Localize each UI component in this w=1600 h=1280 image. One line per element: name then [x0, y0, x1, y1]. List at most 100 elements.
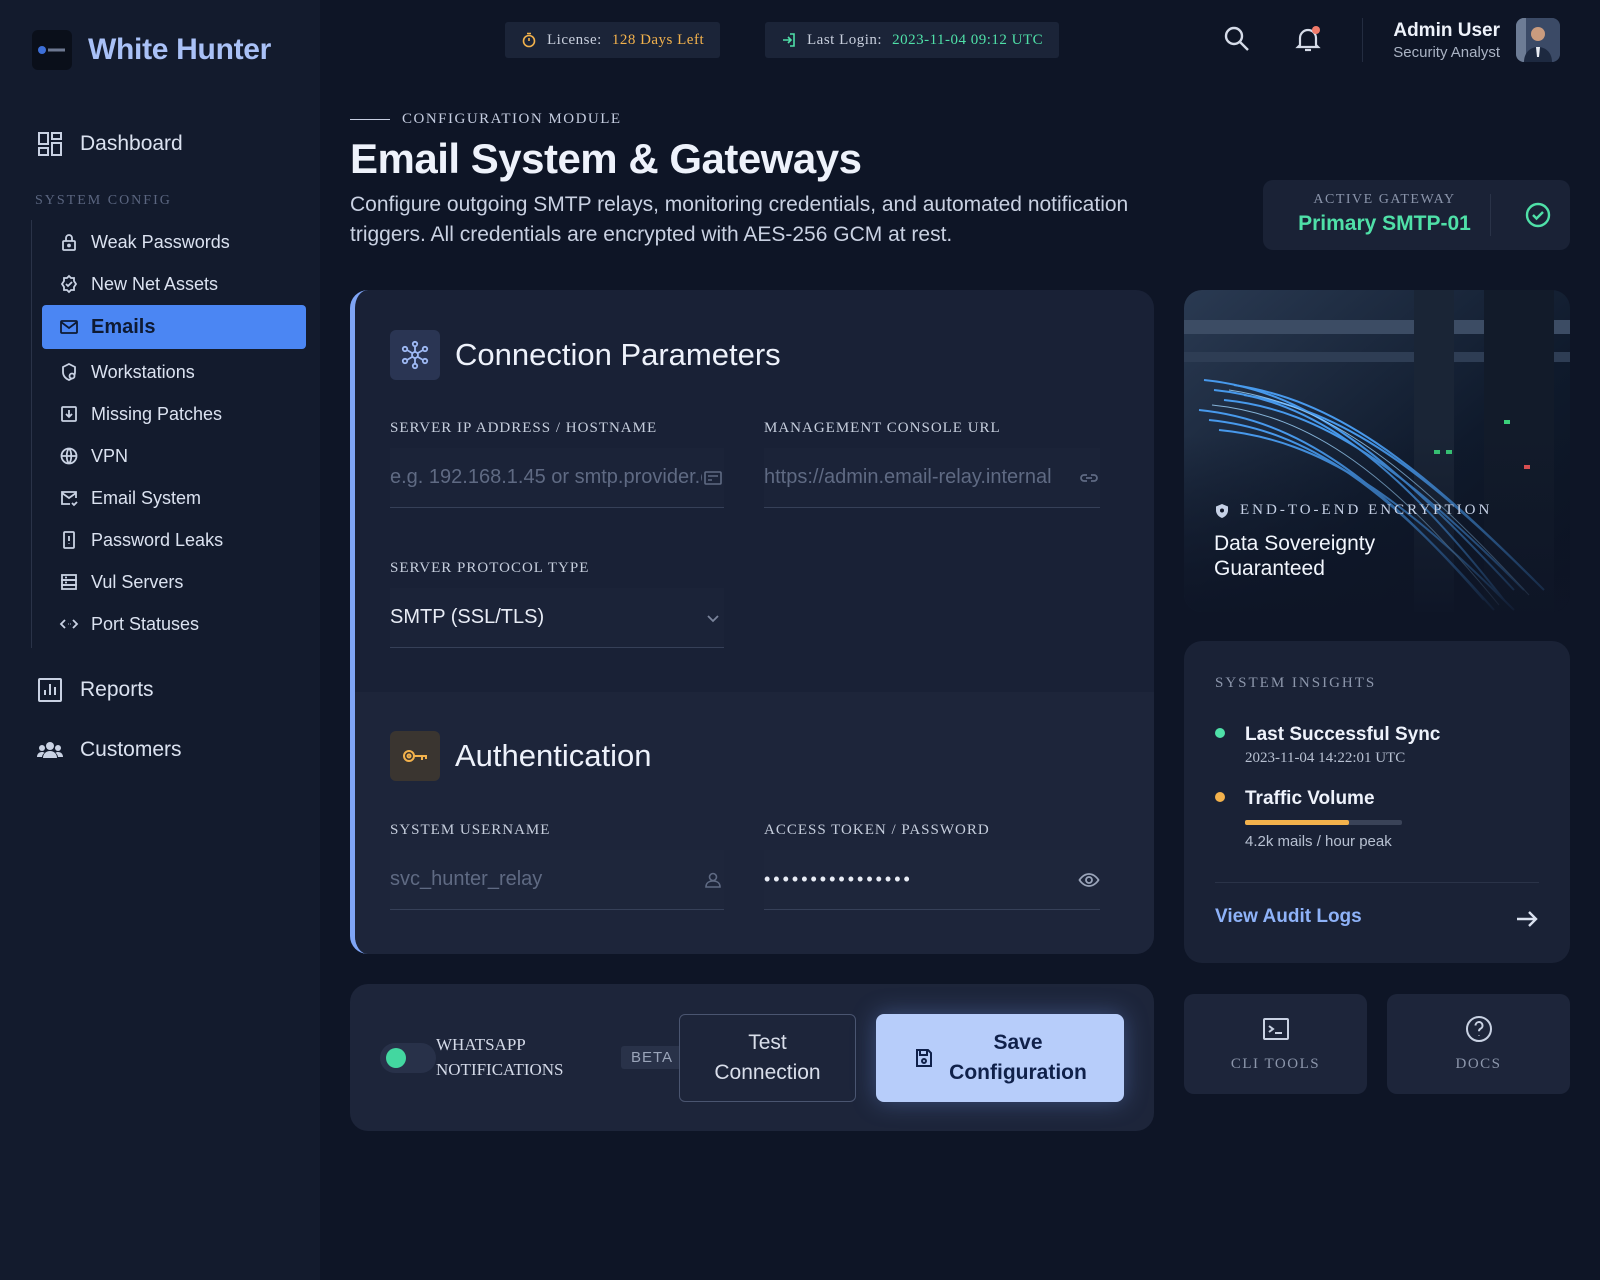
avatar[interactable] — [1516, 18, 1560, 62]
page-eyebrow-text: CONFIGURATION MODULE — [402, 111, 622, 127]
nav-dashboard-label: Dashboard — [80, 132, 183, 155]
customers-icon — [37, 742, 63, 758]
server-field-icon — [704, 470, 722, 485]
dashboard-icon — [38, 132, 62, 156]
console-url-placeholder: https://admin.email-relay.internal — [764, 466, 1052, 488]
server-input[interactable]: e.g. 192.168.1.45 or smtp.provider.com — [390, 448, 724, 508]
sidebar-item-port-statuses[interactable]: Port Statuses — [42, 602, 306, 646]
nav-customers[interactable]: Customers — [0, 736, 320, 764]
nav-reports[interactable]: Reports — [0, 676, 320, 704]
sidebar-item-password-leaks[interactable]: Password Leaks — [42, 518, 306, 562]
console-label: MANAGEMENT CONSOLE URL — [764, 420, 1001, 436]
sidebar-item-vpn[interactable]: VPN — [42, 434, 306, 478]
lock-icon — [62, 234, 76, 251]
sidebar-item-email-system[interactable]: Email System — [42, 476, 306, 520]
license-label: License: — [547, 31, 602, 48]
sidebar-item-label: Vul Servers — [91, 571, 184, 592]
save-line1: Save — [993, 1031, 1043, 1054]
sidebar-item-new-net-assets[interactable]: New Net Assets — [42, 262, 306, 306]
nav-customers-label: Customers — [80, 738, 182, 761]
sidebar: White Hunter Dashboard SYSTEM CONFIG Wea… — [0, 0, 320, 1280]
sidebar-item-label: Workstations — [91, 361, 195, 382]
protocol-value: SMTP (SSL/TLS) — [390, 606, 545, 628]
sidebar-item-label: New Net Assets — [91, 273, 219, 294]
search-icon[interactable] — [1222, 24, 1252, 54]
sidebar-item-weak-passwords[interactable]: Weak Passwords — [42, 220, 306, 264]
protocol-label: SERVER PROTOCOL TYPE — [390, 560, 590, 576]
connection-title: Connection Parameters — [455, 337, 781, 372]
insights-label: SYSTEM INSIGHTS — [1215, 675, 1377, 691]
page-description: Configure outgoing SMTP relays, monitori… — [350, 193, 1129, 246]
sync-title: Last Successful Sync — [1245, 724, 1441, 745]
username-label: SYSTEM USERNAME — [390, 822, 551, 838]
username-input[interactable]: svc_hunter_relay — [390, 850, 724, 910]
user-name[interactable]: Admin User — [1393, 20, 1500, 42]
active-gateway-card: ACTIVE GATEWAY Primary SMTP-01 — [1263, 180, 1570, 250]
traffic-bar — [1245, 820, 1402, 825]
sidebar-item-missing-patches[interactable]: Missing Patches — [42, 392, 306, 436]
traffic-status-dot — [1215, 792, 1225, 802]
nav-reports-label: Reports — [80, 678, 154, 701]
gateway-label: ACTIVE GATEWAY — [1313, 192, 1456, 207]
encryption-hero: END-TO-END ENCRYPTION Data Sovereignty G… — [1184, 290, 1570, 612]
gateway-value: Primary SMTP-01 — [1298, 212, 1471, 235]
protocol-select[interactable]: SMTP (SSL/TLS) — [390, 588, 724, 648]
system-insights-card: SYSTEM INSIGHTS Last Successful Sync 202… — [1184, 641, 1570, 963]
chevron-down-icon — [707, 614, 719, 622]
docs-label: DOCS — [1455, 1056, 1502, 1072]
sidebar-item-workstations[interactable]: Workstations — [42, 350, 306, 394]
nav-dashboard[interactable]: Dashboard — [0, 130, 320, 158]
sidebar-item-label: Emails — [91, 315, 156, 338]
cli-tools-button[interactable]: CLI TOOLS — [1184, 994, 1367, 1094]
save-line2: Configuration — [949, 1061, 1087, 1084]
sub-nav: Weak Passwords New Net Assets Emails Wor… — [31, 220, 306, 648]
server-input-placeholder: e.g. 192.168.1.45 or smtp.provider.com — [390, 466, 702, 488]
page-title: Email System & Gateways — [350, 135, 862, 182]
server-icon — [61, 574, 77, 590]
network-icon — [390, 330, 440, 380]
license-pill: License: 128 Days Left — [505, 22, 721, 58]
docs-button[interactable]: DOCS — [1387, 994, 1570, 1094]
timer-icon — [522, 32, 536, 48]
toggle-knob — [386, 1048, 406, 1068]
license-value: 128 Days Left — [611, 31, 705, 48]
sidebar-item-label: Port Statuses — [91, 613, 200, 634]
hero-eyebrow-text: END-TO-END ENCRYPTION — [1240, 502, 1493, 518]
arrow-right-icon[interactable] — [1514, 907, 1540, 931]
username-placeholder: svc_hunter_relay — [390, 868, 543, 890]
brand-logo — [32, 30, 72, 70]
user-icon — [705, 872, 721, 888]
view-audit-logs-link[interactable]: View Audit Logs — [1215, 906, 1362, 928]
brand[interactable]: White Hunter — [32, 30, 271, 70]
help-circle-icon — [1466, 1016, 1492, 1042]
config-card: Connection Parameters SERVER IP ADDRESS … — [350, 290, 1154, 954]
test-connection-button[interactable]: Test Connection — [679, 1014, 856, 1102]
traffic-value: 4.2k mails / hour peak — [1245, 833, 1392, 850]
reports-icon — [38, 678, 62, 702]
server-label: SERVER IP ADDRESS / HOSTNAME — [390, 420, 658, 436]
eye-icon[interactable] — [1078, 869, 1100, 891]
terminal-icon — [1263, 1018, 1289, 1040]
auth-header: Authentication — [390, 731, 651, 781]
whatsapp-label: WHATSAPP NOTIFICATIONS — [436, 1035, 564, 1079]
auth-title: Authentication — [455, 738, 652, 773]
last-login-label: Last Login: — [807, 31, 883, 48]
traffic-title: Traffic Volume — [1245, 788, 1375, 809]
sidebar-item-vul-servers[interactable]: Vul Servers — [42, 560, 306, 604]
bell-icon[interactable] — [1293, 24, 1323, 54]
connection-header: Connection Parameters — [390, 330, 781, 380]
console-url-input[interactable]: https://admin.email-relay.internal — [764, 448, 1100, 508]
sync-value: 2023-11-04 14:22:01 UTC — [1245, 750, 1406, 766]
sidebar-item-label: VPN — [91, 445, 129, 466]
link-icon — [1080, 473, 1098, 482]
header-divider — [1362, 18, 1363, 62]
shield-lock-icon — [62, 362, 76, 381]
test-line2: Connection — [714, 1061, 821, 1084]
password-input[interactable]: •••••••••••••••• — [764, 850, 1100, 910]
action-bar: WHATSAPP NOTIFICATIONS BETA Test Connecti… — [350, 984, 1154, 1131]
save-configuration-button[interactable]: Save Configuration — [876, 1014, 1124, 1102]
sidebar-item-label: Weak Passwords — [91, 231, 230, 252]
last-login-value: 2023-11-04 09:12 UTC — [892, 31, 1044, 48]
hero-eyebrow: END-TO-END ENCRYPTION — [1214, 502, 1492, 519]
sidebar-item-emails[interactable]: Emails — [42, 305, 306, 349]
